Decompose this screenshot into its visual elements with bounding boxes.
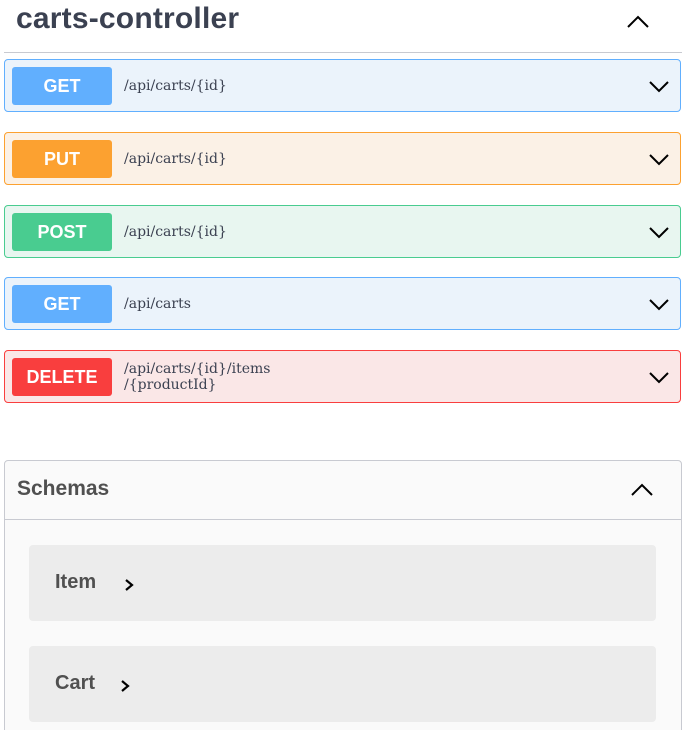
operation-put-cart[interactable]: PUT /api/carts/{id} — [4, 132, 681, 185]
chevron-up-icon[interactable] — [627, 475, 657, 505]
model-cart[interactable]: Cart — [29, 646, 656, 722]
method-badge: GET — [12, 285, 112, 323]
chevron-down-icon[interactable] — [647, 292, 671, 316]
chevron-up-icon[interactable] — [622, 6, 654, 38]
operation-path: /api/carts/{id}/items /{productId} — [124, 361, 271, 393]
chevron-right-icon[interactable] — [117, 676, 133, 696]
method-badge: PUT — [12, 140, 112, 178]
operation-path: /api/carts — [124, 296, 191, 312]
operation-path: /api/carts/{id} — [124, 151, 227, 167]
method-badge: POST — [12, 213, 112, 251]
chevron-down-icon[interactable] — [647, 220, 671, 244]
model-name: Cart — [55, 672, 96, 694]
operation-get-cart-by-id[interactable]: GET /api/carts/{id} — [4, 59, 681, 112]
schemas-section: Schemas Item Cart — [4, 460, 682, 730]
model-item[interactable]: Item — [29, 545, 656, 621]
method-badge: DELETE — [12, 358, 112, 396]
tag-section-header[interactable]: carts-controller — [4, 0, 682, 53]
chevron-down-icon[interactable] — [647, 74, 671, 98]
chevron-down-icon[interactable] — [647, 365, 671, 389]
operation-path: /api/carts/{id} — [124, 224, 227, 240]
schemas-title: Schemas — [17, 477, 110, 500]
operation-get-carts[interactable]: GET /api/carts — [4, 277, 681, 330]
operation-delete-cart-item[interactable]: DELETE /api/carts/{id}/items /{productId… — [4, 350, 681, 403]
method-badge: GET — [12, 67, 112, 105]
tag-title: carts-controller — [16, 2, 240, 35]
operation-post-cart[interactable]: POST /api/carts/{id} — [4, 205, 681, 258]
swagger-page: carts-controller GET /api/carts/{id} PUT… — [0, 0, 686, 730]
chevron-down-icon[interactable] — [647, 147, 671, 171]
schemas-header[interactable]: Schemas — [5, 461, 681, 520]
chevron-right-icon[interactable] — [121, 575, 137, 595]
model-name: Item — [55, 571, 97, 593]
operation-path: /api/carts/{id} — [124, 78, 227, 94]
